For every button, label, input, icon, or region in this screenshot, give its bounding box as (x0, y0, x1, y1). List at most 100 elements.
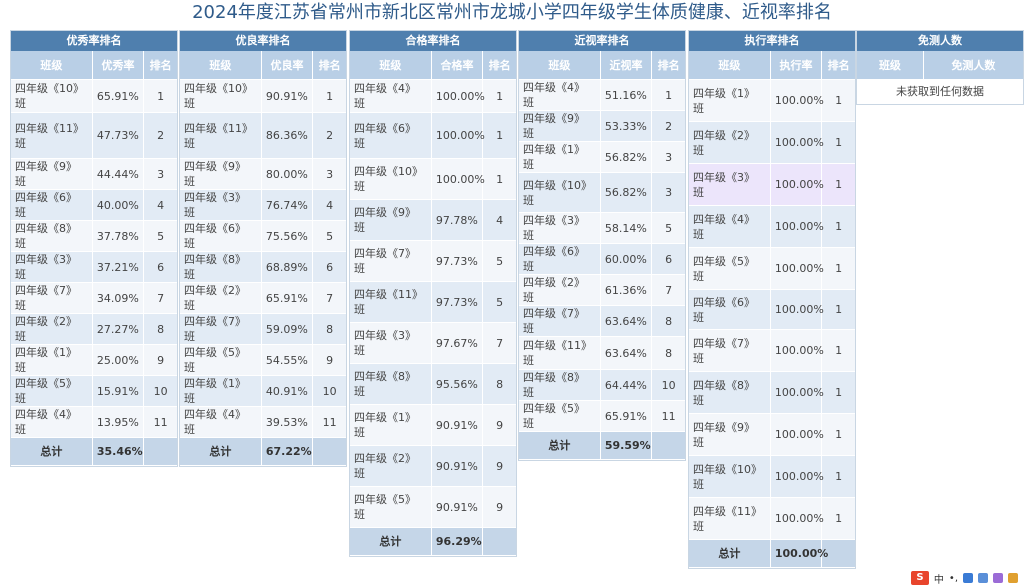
table-row[interactable]: 四年级《5》班 54.55% 9 (180, 344, 346, 376)
total-label: 总计 (11, 437, 93, 466)
column-header-class[interactable]: 班级 (350, 51, 432, 80)
column-header-exempt-count[interactable]: 免测人数 (923, 51, 1023, 80)
table-row[interactable]: 四年级《11》班 97.73% 5 (350, 281, 516, 323)
table-row[interactable]: 四年级《5》班 90.91% 9 (350, 486, 516, 528)
empty-message: 未获取到任何数据 (857, 80, 1023, 104)
table-row[interactable]: 四年级《6》班 75.56% 5 (180, 220, 346, 252)
rate-cell: 39.53% (261, 406, 314, 438)
toolbox-icon[interactable] (1008, 573, 1018, 583)
table-row[interactable]: 四年级《5》班 100.00% 1 (689, 247, 855, 290)
table-row[interactable]: 四年级《8》班 64.44% 10 (519, 369, 685, 401)
skin-icon[interactable] (993, 573, 1003, 583)
column-header-rate[interactable]: 优良率 (261, 51, 314, 80)
table-row[interactable]: 四年级《9》班 100.00% 1 (689, 413, 855, 456)
table-row[interactable]: 四年级《1》班 90.91% 9 (350, 404, 516, 446)
column-header-rank[interactable]: 排名 (651, 51, 685, 80)
column-header-class[interactable]: 班级 (11, 51, 93, 80)
column-header-rank[interactable]: 排名 (482, 51, 516, 80)
table-row[interactable]: 四年级《3》班 76.74% 4 (180, 189, 346, 221)
table-row[interactable]: 四年级《4》班 39.53% 11 (180, 406, 346, 438)
table-row[interactable]: 四年级《6》班 100.00% 1 (350, 112, 516, 159)
ime-logo-icon[interactable]: S (910, 571, 929, 585)
exempt-panel: 免测人数 班级 免测人数 未获取到任何数据 (856, 30, 1024, 105)
column-header-class[interactable]: 班级 (519, 51, 601, 80)
table-row[interactable]: 四年级《7》班 63.64% 8 (519, 305, 685, 337)
table-row[interactable]: 四年级《2》班 100.00% 1 (689, 121, 855, 164)
table-row[interactable]: 四年级《1》班 56.82% 3 (519, 141, 685, 173)
column-header-class[interactable]: 班级 (180, 51, 262, 80)
column-header-rank[interactable]: 排名 (143, 51, 177, 80)
table-row[interactable]: 四年级《6》班 40.00% 4 (11, 189, 177, 221)
table-row[interactable]: 四年级《8》班 68.89% 6 (180, 251, 346, 283)
rate-cell: 56.82% (600, 141, 653, 173)
table-row[interactable]: 四年级《11》班 47.73% 2 (11, 112, 177, 159)
table-row[interactable]: 四年级《4》班 100.00% 1 (689, 205, 855, 248)
column-header-rank[interactable]: 排名 (312, 51, 346, 80)
column-header-class[interactable]: 班级 (857, 51, 924, 80)
table-row[interactable]: 四年级《10》班 65.91% 1 (11, 79, 177, 113)
table-row[interactable]: 四年级《10》班 100.00% 1 (350, 158, 516, 200)
rate-cell: 76.74% (261, 189, 314, 221)
table-row[interactable]: 四年级《3》班 97.67% 7 (350, 322, 516, 364)
table-row[interactable]: 四年级《9》班 53.33% 2 (519, 110, 685, 142)
class-name-cell: 四年级《8》班 (689, 371, 771, 414)
table-row[interactable]: 四年级《5》班 15.91% 10 (11, 375, 177, 407)
column-header-rank[interactable]: 排名 (821, 51, 855, 80)
table-row[interactable]: 四年级《9》班 44.44% 3 (11, 158, 177, 190)
table-row[interactable]: 四年级《10》班 56.82% 3 (519, 172, 685, 213)
table-row[interactable]: 四年级《1》班 40.91% 10 (180, 375, 346, 407)
table-row[interactable]: 四年级《8》班 37.78% 5 (11, 220, 177, 252)
table-row[interactable]: 四年级《2》班 90.91% 9 (350, 445, 516, 487)
ime-punctuation-indicator[interactable]: •, (949, 573, 958, 584)
ime-language-indicator[interactable]: 中 (934, 571, 944, 586)
rate-cell: 51.16% (600, 79, 653, 111)
table-row[interactable]: 四年级《3》班 37.21% 6 (11, 251, 177, 283)
table-row[interactable]: 四年级《4》班 100.00% 1 (350, 79, 516, 113)
keyboard-icon[interactable] (978, 573, 988, 583)
table-row[interactable]: 四年级《10》班 90.91% 1 (180, 79, 346, 113)
table-row[interactable]: 四年级《7》班 100.00% 1 (689, 329, 855, 372)
table-row[interactable]: 四年级《11》班 63.64% 8 (519, 336, 685, 370)
table-row[interactable]: 四年级《8》班 95.56% 8 (350, 363, 516, 405)
rank-cell: 6 (312, 251, 346, 283)
class-name-cell: 四年级《1》班 (350, 404, 432, 446)
column-header-rate[interactable]: 近视率 (600, 51, 653, 80)
rate-cell: 90.91% (431, 445, 484, 487)
class-name-cell: 四年级《8》班 (11, 220, 93, 252)
microphone-icon[interactable] (963, 573, 973, 583)
table-row[interactable]: 四年级《3》班 58.14% 5 (519, 212, 685, 244)
rank-cell: 5 (143, 220, 177, 252)
rate-cell: 60.00% (600, 243, 653, 275)
table-row[interactable]: 四年级《4》班 51.16% 1 (519, 79, 685, 111)
rank-cell: 1 (651, 79, 685, 111)
panel-header: 免测人数 (857, 31, 1023, 51)
table-row[interactable]: 四年级《11》班 86.36% 2 (180, 112, 346, 159)
table-row[interactable]: 四年级《9》班 97.78% 4 (350, 199, 516, 241)
table-row[interactable]: 四年级《2》班 65.91% 7 (180, 282, 346, 314)
table-row[interactable]: 四年级《7》班 97.73% 5 (350, 240, 516, 282)
column-header-class[interactable]: 班级 (689, 51, 771, 80)
table-row[interactable]: 四年级《9》班 80.00% 3 (180, 158, 346, 190)
table-row[interactable]: 四年级《4》班 13.95% 11 (11, 406, 177, 438)
rate-cell: 27.27% (92, 313, 145, 345)
class-name-cell: 四年级《9》班 (689, 413, 771, 456)
table-row[interactable]: 四年级《1》班 100.00% 1 (689, 79, 855, 122)
rank-cell: 1 (821, 163, 855, 206)
table-row[interactable]: 四年级《6》班 100.00% 1 (689, 289, 855, 330)
table-row[interactable]: 四年级《7》班 34.09% 7 (11, 282, 177, 314)
table-row[interactable]: 四年级《7》班 59.09% 8 (180, 313, 346, 345)
table-row[interactable]: 四年级《6》班 60.00% 6 (519, 243, 685, 275)
class-name-cell: 四年级《2》班 (180, 282, 262, 314)
table-row[interactable]: 四年级《2》班 27.27% 8 (11, 313, 177, 345)
table-row[interactable]: 四年级《3》班 100.00% 1 (689, 163, 855, 206)
table-row[interactable]: 四年级《5》班 65.91% 11 (519, 400, 685, 432)
table-row[interactable]: 四年级《2》班 61.36% 7 (519, 274, 685, 306)
table-row[interactable]: 四年级《8》班 100.00% 1 (689, 371, 855, 414)
total-rank-empty (143, 437, 177, 466)
table-row[interactable]: 四年级《10》班 100.00% 1 (689, 455, 855, 498)
column-header-rate[interactable]: 优秀率 (92, 51, 145, 80)
table-row[interactable]: 四年级《1》班 25.00% 9 (11, 344, 177, 376)
column-header-rate[interactable]: 合格率 (431, 51, 484, 80)
table-row[interactable]: 四年级《11》班 100.00% 1 (689, 497, 855, 540)
column-header-rate[interactable]: 执行率 (770, 51, 823, 80)
